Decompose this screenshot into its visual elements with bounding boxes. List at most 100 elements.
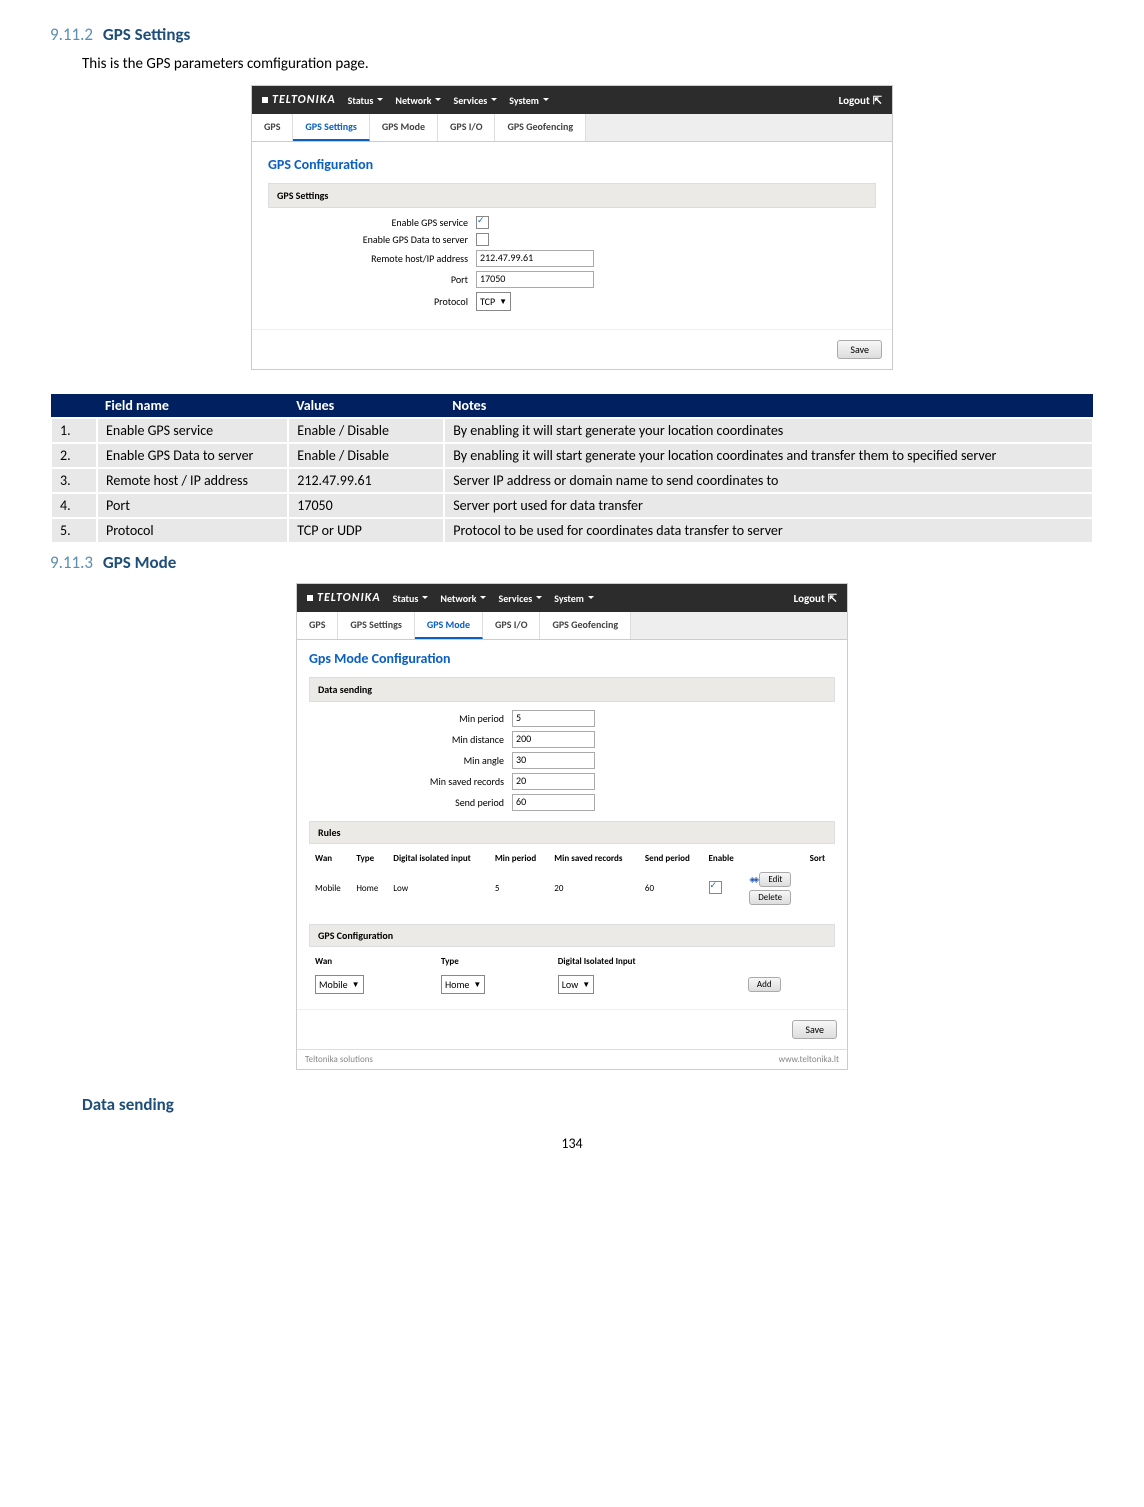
section-title: GPS Mode	[103, 552, 176, 573]
conf-type-select[interactable]: Home▼	[441, 975, 485, 994]
logout-label: Logout	[839, 94, 870, 107]
col-sort: Sort	[806, 850, 833, 867]
table-row: 5. Protocol TCP or UDP Protocol to be us…	[51, 518, 1093, 543]
protocol-select[interactable]: TCP ▼	[476, 292, 511, 311]
subsection-title: Data sending	[82, 1094, 174, 1115]
col-type: Type	[352, 850, 387, 867]
rule-enable-checkbox[interactable]	[709, 881, 722, 894]
logout-icon: ⇱	[828, 592, 837, 605]
conf-wan-select[interactable]: Mobile▼	[315, 975, 364, 994]
tab-gps[interactable]: GPS	[297, 612, 338, 639]
min-distance-input[interactable]: 200	[512, 731, 595, 748]
screenshot-gps-settings: TELTONIKA Status Network Services System…	[251, 85, 893, 370]
intro-text: This is the GPS parameters comfiguration…	[82, 55, 1094, 73]
th-notes: Notes	[444, 394, 1093, 418]
tabs: GPS GPS Settings GPS Mode GPS I/O GPS Ge…	[297, 612, 847, 640]
min-period-input[interactable]: 5	[512, 710, 595, 727]
footer-right: www.teltonika.lt	[779, 1054, 839, 1065]
nav-system[interactable]: System	[554, 592, 594, 605]
gpsconf-title: GPS Configuration	[309, 924, 835, 947]
logo-icon	[307, 595, 313, 601]
footer: Teltonika solutions www.teltonika.lt	[297, 1049, 847, 1069]
remote-host-input[interactable]: 212.47.99.61	[476, 250, 594, 267]
table-row: 4. Port 17050 Server port used for data …	[51, 493, 1093, 518]
chevron-down-icon: ▼	[473, 980, 481, 990]
conf-dii-select[interactable]: Low▼	[558, 975, 595, 994]
panel-title: Gps Mode Configuration	[309, 650, 835, 667]
port-input[interactable]: 17050	[476, 271, 594, 288]
logout-icon: ⇱	[873, 94, 882, 107]
min-period-label: Min period	[309, 712, 512, 725]
col-minsr: Min saved records	[550, 850, 639, 867]
datasending-title: Data sending	[309, 677, 835, 702]
tab-gps-mode[interactable]: GPS Mode	[415, 612, 483, 639]
min-angle-label: Min angle	[309, 754, 512, 767]
rules-title: Rules	[309, 821, 835, 844]
topbar: TELTONIKA Status Network Services System…	[252, 86, 892, 114]
rules-table: Wan Type Digital isolated input Min peri…	[309, 848, 835, 910]
panel-title: GPS Configuration	[268, 156, 876, 173]
min-saved-label: Min saved records	[309, 775, 512, 788]
nav-status[interactable]: Status	[393, 592, 429, 605]
nav-network[interactable]: Network	[440, 592, 486, 605]
topbar: TELTONIKA Status Network Services System…	[297, 584, 847, 612]
tab-gps-geofencing[interactable]: GPS Geofencing	[540, 612, 631, 639]
col-sendp: Send period	[641, 850, 703, 867]
save-button[interactable]: Save	[792, 1020, 837, 1039]
section-number: 9.11.2	[50, 24, 93, 45]
remote-host-label: Remote host/IP address	[268, 252, 476, 265]
section-number: 9.11.3	[50, 552, 93, 573]
delete-button[interactable]: Delete	[749, 890, 791, 905]
page-number: 134	[50, 1135, 1094, 1152]
logout-button[interactable]: Logout ⇱	[794, 592, 837, 605]
nav-network[interactable]: Network	[395, 94, 441, 107]
table-row: 3. Remote host / IP address 212.47.99.61…	[51, 468, 1093, 493]
enable-data-label: Enable GPS Data to server	[268, 233, 476, 246]
sort-arrows-icon[interactable]: ◈ ◈	[749, 875, 757, 885]
edit-button[interactable]: Edit	[759, 872, 791, 887]
screenshot-gps-mode: TELTONIKA Status Network Services System…	[296, 583, 848, 1070]
tab-gps-geofencing[interactable]: GPS Geofencing	[495, 114, 586, 141]
enable-data-checkbox[interactable]	[476, 233, 489, 246]
send-period-input[interactable]: 60	[512, 794, 595, 811]
tab-gps-settings[interactable]: GPS Settings	[293, 114, 369, 141]
table-row: 1. Enable GPS service Enable / Disable B…	[51, 418, 1093, 443]
min-distance-label: Min distance	[309, 733, 512, 746]
brand-logo: TELTONIKA	[262, 93, 336, 107]
rules-row: Mobile Home Low 5 20 60 ◈ ◈ Edit Delete	[311, 869, 833, 908]
col-wan: Wan	[311, 850, 350, 867]
nav-status[interactable]: Status	[348, 94, 384, 107]
logout-label: Logout	[794, 592, 825, 605]
brand-name: TELTONIKA	[317, 591, 381, 605]
section-title: GPS Settings	[103, 24, 190, 45]
section-heading-2: 9.11.3 GPS Mode	[50, 552, 1094, 573]
subpanel-title: GPS Settings	[268, 183, 876, 208]
tab-gps-io[interactable]: GPS I/O	[483, 612, 540, 639]
tab-gps-settings[interactable]: GPS Settings	[338, 612, 414, 639]
tabs: GPS GPS Settings GPS Mode GPS I/O GPS Ge…	[252, 114, 892, 142]
logo-icon	[262, 97, 268, 103]
tab-gps[interactable]: GPS	[252, 114, 293, 141]
min-saved-input[interactable]: 20	[512, 773, 595, 790]
nav-services[interactable]: Services	[453, 94, 497, 107]
conf-col-dii: Digital Isolated Input	[554, 953, 742, 970]
table-row: 2. Enable GPS Data to server Enable / Di…	[51, 443, 1093, 468]
section-heading-1: 9.11.2 GPS Settings	[50, 24, 1094, 45]
enable-service-checkbox[interactable]	[476, 216, 489, 229]
col-minp: Min period	[491, 850, 548, 867]
brand-name: TELTONIKA	[272, 93, 336, 107]
th-blank	[51, 394, 97, 418]
tab-gps-mode[interactable]: GPS Mode	[370, 114, 438, 141]
brand-logo: TELTONIKA	[307, 591, 381, 605]
protocol-value: TCP	[480, 295, 495, 308]
add-button[interactable]: Add	[748, 977, 781, 992]
nav-system[interactable]: System	[509, 94, 549, 107]
footer-left: Teltonika solutions	[305, 1054, 373, 1065]
logout-button[interactable]: Logout ⇱	[839, 94, 882, 107]
min-angle-input[interactable]: 30	[512, 752, 595, 769]
chevron-down-icon: ▼	[352, 980, 360, 990]
save-button[interactable]: Save	[837, 340, 882, 359]
tab-gps-io[interactable]: GPS I/O	[438, 114, 495, 141]
nav-services[interactable]: Services	[498, 592, 542, 605]
enable-service-label: Enable GPS service	[268, 216, 476, 229]
